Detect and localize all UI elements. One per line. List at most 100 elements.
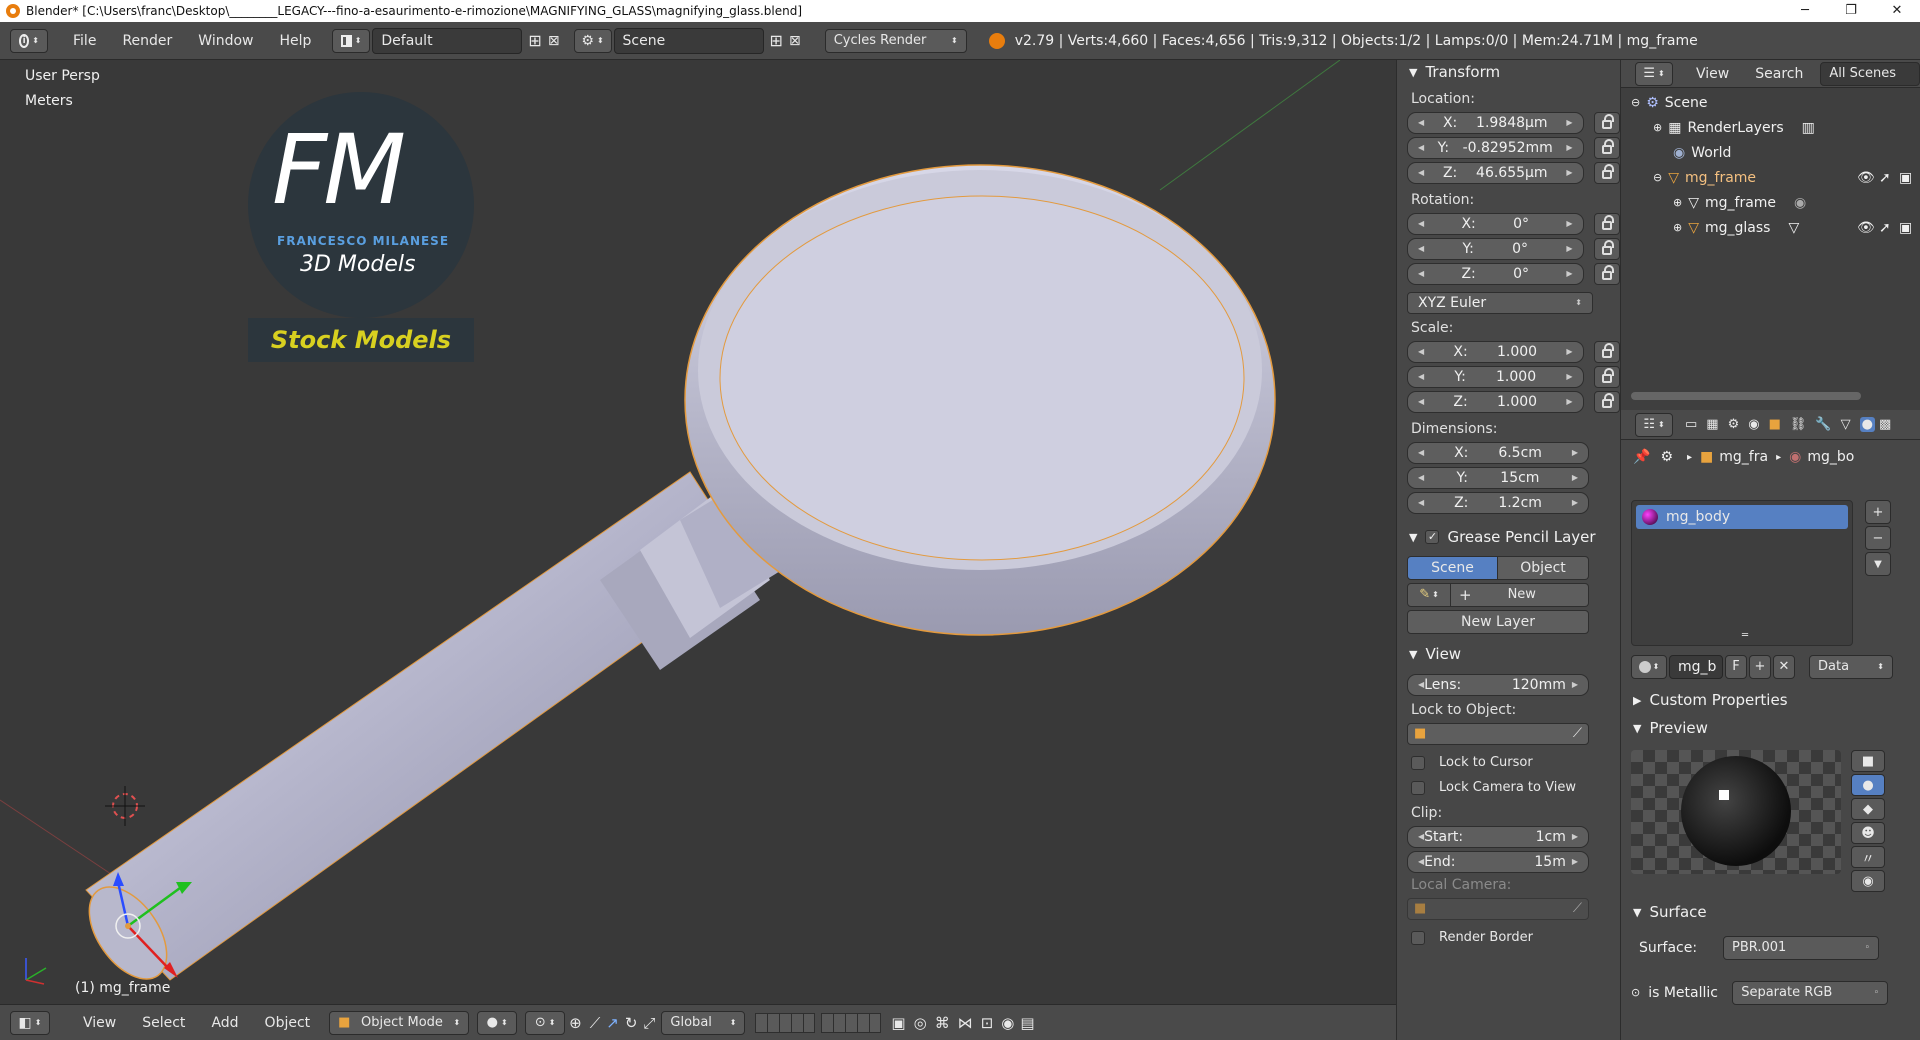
browse-material-button[interactable]: ⬍: [1631, 654, 1667, 679]
preview-hair-button[interactable]: 〃: [1851, 846, 1885, 868]
tab-renderlayers-icon[interactable]: ▦: [1706, 417, 1718, 432]
surface-shader-dropdown[interactable]: PBR.001 ◦: [1723, 935, 1879, 960]
outliner-display-mode[interactable]: All Scenes: [1820, 61, 1920, 86]
render-camera-icon[interactable]: ▣: [1899, 170, 1912, 186]
transform-panel-header[interactable]: ▼ Transform: [1397, 60, 1620, 84]
tab-texture-icon[interactable]: ▩: [1879, 417, 1891, 432]
outliner-row-scene[interactable]: ⊖ ⚙ Scene: [1621, 90, 1920, 115]
preview-cube-button[interactable]: ◆: [1851, 798, 1885, 820]
dimensions-y-field[interactable]: ◀ Y: 15cm ▶: [1407, 466, 1589, 489]
opengl-render-icon[interactable]: ◉: [1001, 1014, 1014, 1032]
add-scene-icon[interactable]: ⊞: [770, 31, 783, 50]
slot-specials-button[interactable]: ▼: [1865, 552, 1891, 576]
location-x-field[interactable]: ◀ X: 1.9848µm ▶: [1407, 111, 1584, 134]
pin-icon[interactable]: 📌: [1633, 449, 1650, 465]
rotation-z-field[interactable]: ◀ Z: 0° ▶: [1407, 262, 1584, 285]
visibility-eye-icon[interactable]: 👁: [1857, 220, 1875, 236]
add-slot-button[interactable]: +: [1865, 500, 1891, 524]
preview-panel-header[interactable]: ▼ Preview: [1621, 716, 1920, 740]
list-resize-handle[interactable]: ═: [1742, 630, 1748, 641]
lock-scale-x-button[interactable]: [1593, 340, 1620, 363]
gp-pencil-dropdown[interactable]: ✎ ⬍: [1407, 582, 1451, 607]
lock-rotation-x-button[interactable]: [1593, 212, 1620, 235]
render-engine-dropdown[interactable]: Cycles Render ⬍: [824, 28, 967, 53]
render-camera-icon[interactable]: ▣: [1899, 220, 1912, 236]
screen-layout-button[interactable]: ⬍: [332, 28, 371, 53]
render-border-checkbox[interactable]: [1411, 930, 1425, 945]
close-button[interactable]: ✕: [1874, 0, 1920, 22]
expand-icon[interactable]: ⊕: [1673, 221, 1682, 234]
preview-flat-button[interactable]: ■: [1851, 750, 1885, 772]
editor-type-properties-button[interactable]: ☷ ⬍: [1635, 412, 1673, 437]
layers-grid-1-icon[interactable]: [755, 1012, 816, 1033]
snap-toggle-icon[interactable]: ⌘: [935, 1014, 950, 1032]
minimize-button[interactable]: ─: [1782, 0, 1828, 22]
delete-screen-icon[interactable]: ⊠: [548, 33, 560, 49]
scale-x-field[interactable]: ◀ X: 1.000 ▶: [1407, 340, 1584, 363]
fake-user-button[interactable]: F: [1725, 654, 1747, 679]
lock-rotation-z-button[interactable]: [1593, 262, 1620, 285]
expand-icon[interactable]: ⊕: [1673, 196, 1682, 209]
menu-select[interactable]: Select: [129, 1015, 198, 1031]
lock-scale-z-button[interactable]: [1593, 390, 1620, 413]
opengl-anim-icon[interactable]: ▤: [1020, 1014, 1034, 1032]
gp-new-button[interactable]: + New: [1451, 582, 1589, 607]
add-screen-icon[interactable]: ⊞: [528, 31, 541, 50]
material-name-field[interactable]: mg_b: [1669, 654, 1723, 679]
select-arrow-icon[interactable]: ➚: [1879, 170, 1891, 186]
manipulator-toggle-icon[interactable]: ⟋: [590, 1014, 601, 1032]
expand-icon[interactable]: ⊕: [1653, 121, 1662, 134]
lock-rotation-y-button[interactable]: [1593, 237, 1620, 260]
lock-cursor-checkbox[interactable]: [1411, 755, 1425, 770]
mode-dropdown[interactable]: ■ Object Mode ⬍: [329, 1010, 470, 1035]
translate-icon[interactable]: ↗: [606, 1014, 619, 1032]
editor-type-3d-button[interactable]: ◧ ⬍: [10, 1010, 50, 1035]
rotation-mode-dropdown[interactable]: XYZ Euler ⬍: [1407, 291, 1593, 314]
maximize-button[interactable]: ❐: [1828, 0, 1874, 22]
tab-world-icon[interactable]: ◉: [1748, 417, 1759, 432]
lock-location-y-button[interactable]: [1593, 136, 1620, 159]
layers-grid-2-icon[interactable]: [821, 1012, 882, 1033]
menu-help[interactable]: Help: [266, 33, 324, 49]
scene-selector-button[interactable]: ⚙ ⬍: [573, 28, 612, 53]
collapse-icon[interactable]: ⊖: [1631, 96, 1640, 109]
delete-scene-icon[interactable]: ⊠: [789, 33, 801, 49]
editor-type-info-button[interactable]: i ⬍: [10, 28, 48, 53]
outliner-row-mg-frame[interactable]: ⊖ ▽ mg_frame 👁 ➚ ▣: [1621, 165, 1920, 190]
lock-object-field[interactable]: ■ ⟋: [1407, 722, 1589, 745]
preview-sphere-button[interactable]: ●: [1851, 774, 1885, 796]
pivot-manipulator-icon[interactable]: ⊕: [569, 1014, 582, 1032]
tab-object-icon[interactable]: ■: [1769, 417, 1781, 432]
custom-properties-panel[interactable]: ▶ Custom Properties: [1621, 688, 1920, 712]
pivot-point-button[interactable]: ⊙ ⬍: [525, 1010, 566, 1035]
tab-material-icon[interactable]: ●: [1859, 417, 1875, 432]
unlink-material-button[interactable]: ✕: [1773, 654, 1795, 679]
rotation-x-field[interactable]: ◀ X: 0° ▶: [1407, 212, 1584, 235]
proportional-edit-icon[interactable]: ◎: [914, 1014, 927, 1032]
menu-view[interactable]: View: [70, 1015, 129, 1031]
socket-icon[interactable]: ⊙: [1631, 986, 1640, 999]
location-y-field[interactable]: ◀ Y: -0.82952mm ▶: [1407, 136, 1584, 159]
3d-viewport[interactable]: User Persp Meters (1) mg_frame FM FRANCE…: [0, 60, 1396, 1004]
select-arrow-icon[interactable]: ➚: [1879, 220, 1891, 236]
scene-name-field[interactable]: Scene: [613, 27, 764, 54]
clip-start-field[interactable]: ◀ Start: 1cm ▶: [1407, 825, 1589, 848]
lock-camera-checkbox[interactable]: [1411, 780, 1425, 795]
outliner-row-renderlayers[interactable]: ⊕ ▦ RenderLayers ▥: [1621, 115, 1920, 140]
gp-scene-tab[interactable]: Scene: [1407, 555, 1498, 580]
clip-end-field[interactable]: ◀ End: 15m ▶: [1407, 850, 1589, 873]
renderlayer-restrict-icon[interactable]: ▥: [1802, 120, 1815, 136]
editor-type-outliner-button[interactable]: ☰ ⬍: [1635, 61, 1673, 86]
scale-z-field[interactable]: ◀ Z: 1.000 ▶: [1407, 390, 1584, 413]
outliner-menu-view[interactable]: View: [1683, 66, 1742, 82]
tab-scene-icon[interactable]: ⚙: [1728, 417, 1740, 432]
lock-location-z-button[interactable]: [1593, 161, 1620, 184]
grease-pencil-enable-checkbox[interactable]: ✓: [1425, 530, 1440, 544]
lock-layers-icon[interactable]: ▣: [891, 1014, 905, 1032]
eyedropper-icon[interactable]: ⟋: [1573, 726, 1582, 741]
preview-monkey-button[interactable]: ☻: [1851, 822, 1885, 844]
new-material-button[interactable]: +: [1749, 654, 1771, 679]
tab-render-icon[interactable]: ▭: [1685, 417, 1697, 432]
location-z-field[interactable]: ◀ Z: 46.655µm ▶: [1407, 161, 1584, 184]
view-panel-header[interactable]: ▼ View: [1397, 642, 1620, 666]
